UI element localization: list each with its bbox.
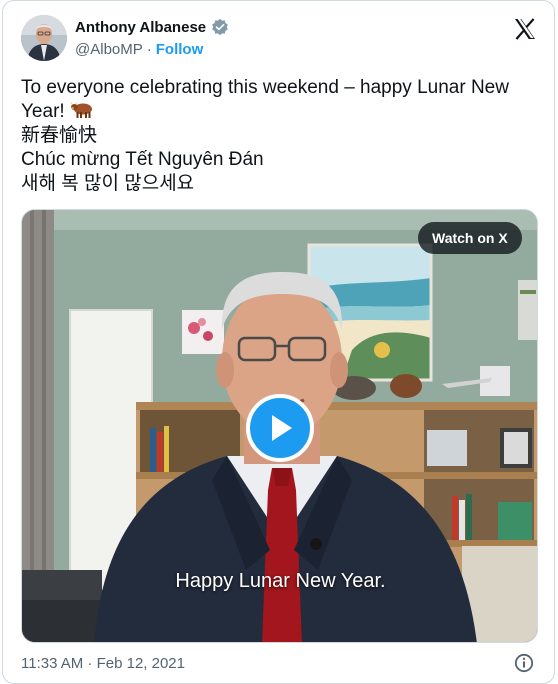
x-logo-icon[interactable] (513, 17, 537, 41)
author-handle-row: @AlboMP · Follow (75, 41, 203, 58)
author-handle[interactable]: @AlboMP (75, 41, 143, 58)
tweet-text: To everyone celebrating this weekend – h… (21, 76, 541, 196)
avatar[interactable] (21, 15, 67, 61)
tweet-line: Year! (21, 101, 65, 122)
avatar-image (21, 15, 67, 61)
video-player[interactable]: Watch on X Happy Lunar New Year. (21, 209, 538, 643)
ox-emoji-icon (70, 102, 92, 118)
tweet-card: Anthony Albanese @AlboMP · Follow To eve… (2, 0, 555, 684)
watch-on-x-button[interactable]: Watch on X (418, 222, 522, 254)
tweet-line: 新春愉快 (21, 125, 98, 146)
video-caption: Happy Lunar New Year. (175, 570, 386, 592)
tweet-line: To everyone celebrating this weekend – h… (21, 77, 509, 98)
follow-button[interactable]: Follow (156, 41, 204, 58)
author-name-row: Anthony Albanese (75, 18, 229, 36)
tweet-line: Chúc mừng Tết Nguyên Đán (21, 149, 264, 170)
tweet-line: 새해 복 많이 많으세요 (21, 173, 195, 194)
author-name[interactable]: Anthony Albanese (75, 19, 206, 36)
verified-badge-icon (212, 18, 228, 36)
play-button[interactable] (246, 394, 314, 462)
info-icon[interactable] (514, 653, 534, 673)
play-icon (272, 415, 292, 441)
tweet-line-with-emoji: Year! (21, 100, 541, 124)
separator-dot: · (146, 41, 152, 58)
tweet-timestamp[interactable]: 11:33 AM · Feb 12, 2021 (21, 655, 185, 672)
